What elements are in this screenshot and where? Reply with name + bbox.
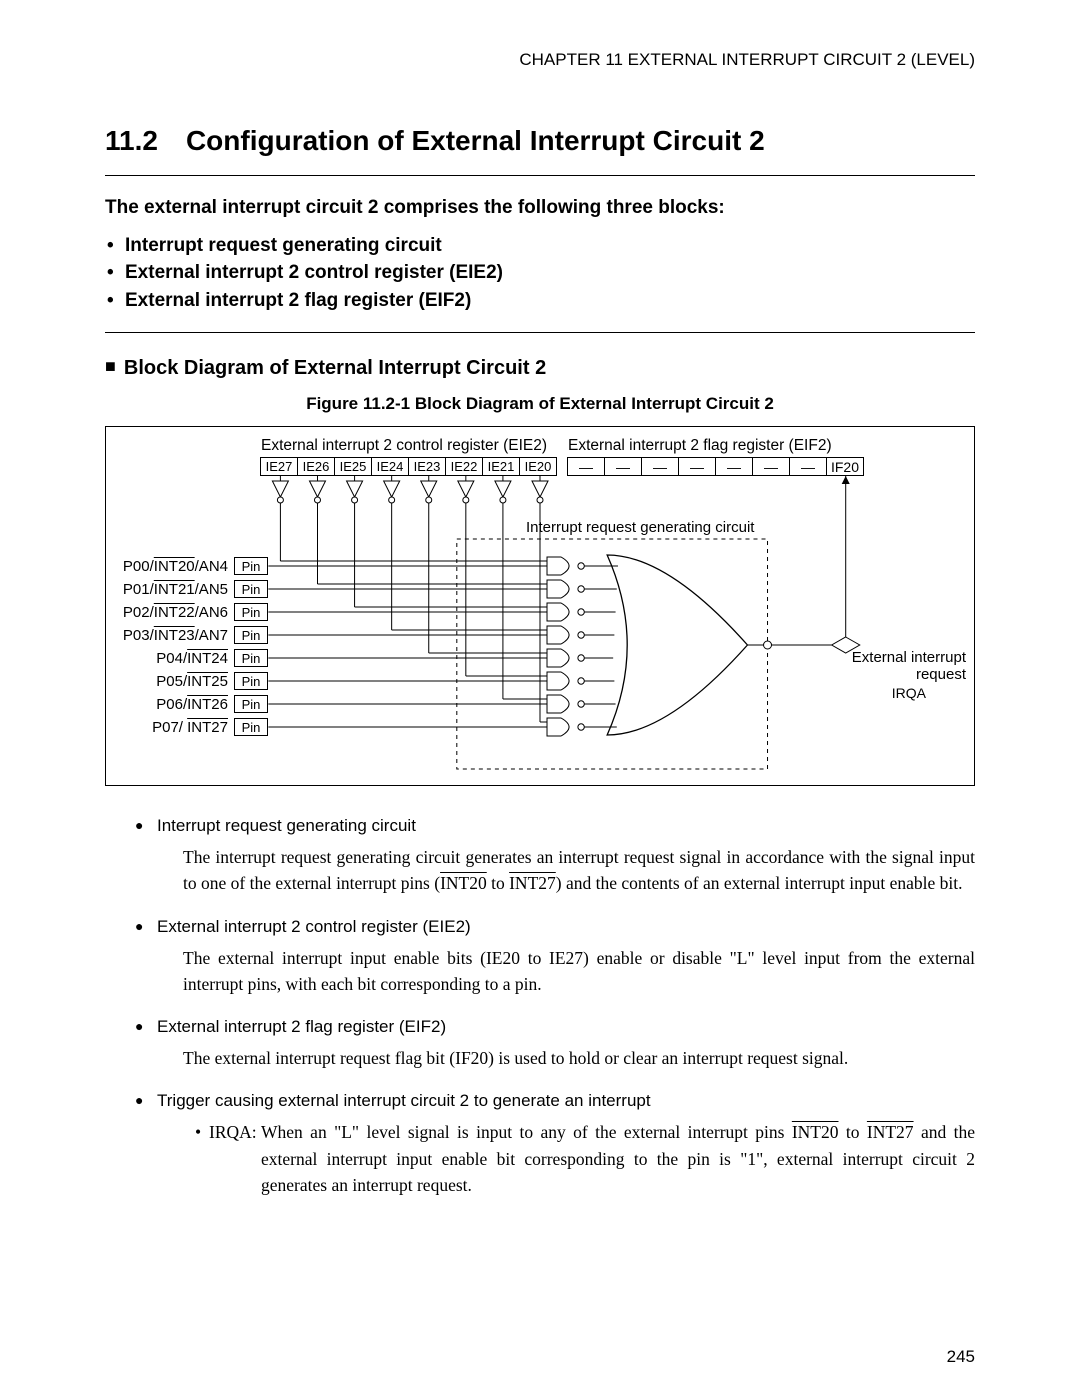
pin-row: P02/INT22/AN6 Pin	[108, 603, 268, 621]
pin-label: P05/INT25	[108, 673, 228, 690]
irq-gen-label: Interrupt request generating circuit	[526, 519, 754, 536]
pin-row: P07/ INT27 Pin	[108, 718, 268, 736]
body-item-head: External interrupt 2 control register (E…	[135, 917, 975, 937]
intro-item: External interrupt 2 flag register (EIF2…	[105, 287, 975, 315]
body-item: External interrupt 2 flag register (EIF2…	[135, 1017, 975, 1071]
eie2-bits: IE27 IE26 IE25 IE24 IE23 IE22 IE21 IE20	[261, 457, 557, 476]
bit-cell: IE21	[482, 457, 520, 476]
pin-box: Pin	[234, 603, 268, 621]
bit-cell: IE27	[260, 457, 298, 476]
pin-box: Pin	[234, 626, 268, 644]
pin-label: P03/INT23/AN7	[108, 627, 228, 644]
pin-label: P00/INT20/AN4	[108, 558, 228, 575]
pin-box: Pin	[234, 557, 268, 575]
pin-row: P00/INT20/AN4 Pin	[108, 557, 268, 575]
section-number: 11.2	[105, 125, 158, 156]
intro-item: External interrupt 2 control register (E…	[105, 259, 975, 287]
body-item-text: The external interrupt request flag bit …	[183, 1045, 975, 1071]
body-item-text: The interrupt request generating circuit…	[183, 844, 975, 897]
bit-cell: —	[789, 457, 827, 476]
section-name: Configuration of External Interrupt Circ…	[186, 125, 765, 156]
chapter-header: CHAPTER 11 EXTERNAL INTERRUPT CIRCUIT 2 …	[105, 50, 975, 70]
bit-cell: IE25	[334, 457, 372, 476]
pin-label: P06/INT26	[108, 696, 228, 713]
sub-list: • IRQA: When an "L" level signal is inpu…	[195, 1119, 975, 1198]
eif2-label: External interrupt 2 flag register (EIF2…	[568, 437, 832, 455]
sub-item: • IRQA: When an "L" level signal is inpu…	[195, 1119, 975, 1198]
body-item-text: The external interrupt input enable bits…	[183, 945, 975, 998]
intro-item: Interrupt request generating circuit	[105, 232, 975, 260]
bit-cell: IE24	[371, 457, 409, 476]
body-item-head: Interrupt request generating circuit	[135, 816, 975, 836]
body-list: Interrupt request generating circuit The…	[135, 816, 975, 1198]
pin-box: Pin	[234, 580, 268, 598]
block-diagram: External interrupt 2 control register (E…	[105, 426, 975, 786]
pin-label: P07/ INT27	[108, 719, 228, 736]
bit-cell: —	[567, 457, 605, 476]
pin-row: P06/INT26 Pin	[108, 695, 268, 713]
pin-box: Pin	[234, 672, 268, 690]
body-item: Interrupt request generating circuit The…	[135, 816, 975, 897]
pin-label: P02/INT22/AN6	[108, 604, 228, 621]
bit-cell: IE26	[297, 457, 335, 476]
bit-cell: IE23	[408, 457, 446, 476]
body-item: Trigger causing external interrupt circu…	[135, 1091, 975, 1198]
bit-cell: IE20	[519, 457, 557, 476]
pin-label: P01/INT21/AN5	[108, 581, 228, 598]
bit-cell: —	[678, 457, 716, 476]
divider	[105, 175, 975, 176]
pin-row: P05/INT25 Pin	[108, 672, 268, 690]
pin-row: P04/INT24 Pin	[108, 649, 268, 667]
pin-row: P01/INT21/AN5 Pin	[108, 580, 268, 598]
eif2-bits: — — — — — — — IF20	[568, 457, 864, 476]
pin-box: Pin	[234, 695, 268, 713]
bit-cell: —	[604, 457, 642, 476]
section-title: 11.2 Configuration of External Interrupt …	[105, 125, 975, 157]
pin-box: Pin	[234, 718, 268, 736]
pin-box: Pin	[234, 649, 268, 667]
body-item-head: Trigger causing external interrupt circu…	[135, 1091, 975, 1111]
subsection-title: ■Block Diagram of External Interrupt Cir…	[105, 357, 975, 380]
divider	[105, 332, 975, 333]
square-bullet-icon: ■	[105, 356, 116, 376]
bit-cell: IF20	[826, 457, 864, 476]
bit-cell: IE22	[445, 457, 483, 476]
irqa-label: IRQA	[892, 685, 926, 701]
ext-req-label: External interrupt request	[852, 649, 966, 683]
intro-lead: The external interrupt circuit 2 compris…	[105, 194, 975, 222]
body-item-head: External interrupt 2 flag register (EIF2…	[135, 1017, 975, 1037]
body-item: External interrupt 2 control register (E…	[135, 917, 975, 998]
pin-label: P04/INT24	[108, 650, 228, 667]
eie2-label: External interrupt 2 control register (E…	[261, 437, 547, 455]
bit-cell: —	[715, 457, 753, 476]
bit-cell: —	[641, 457, 679, 476]
intro-list: Interrupt request generating circuit Ext…	[105, 232, 975, 315]
bit-cell: —	[752, 457, 790, 476]
page-number: 245	[947, 1347, 975, 1367]
figure-caption: Figure 11.2-1 Block Diagram of External …	[105, 394, 975, 414]
pin-row: P03/INT23/AN7 Pin	[108, 626, 268, 644]
